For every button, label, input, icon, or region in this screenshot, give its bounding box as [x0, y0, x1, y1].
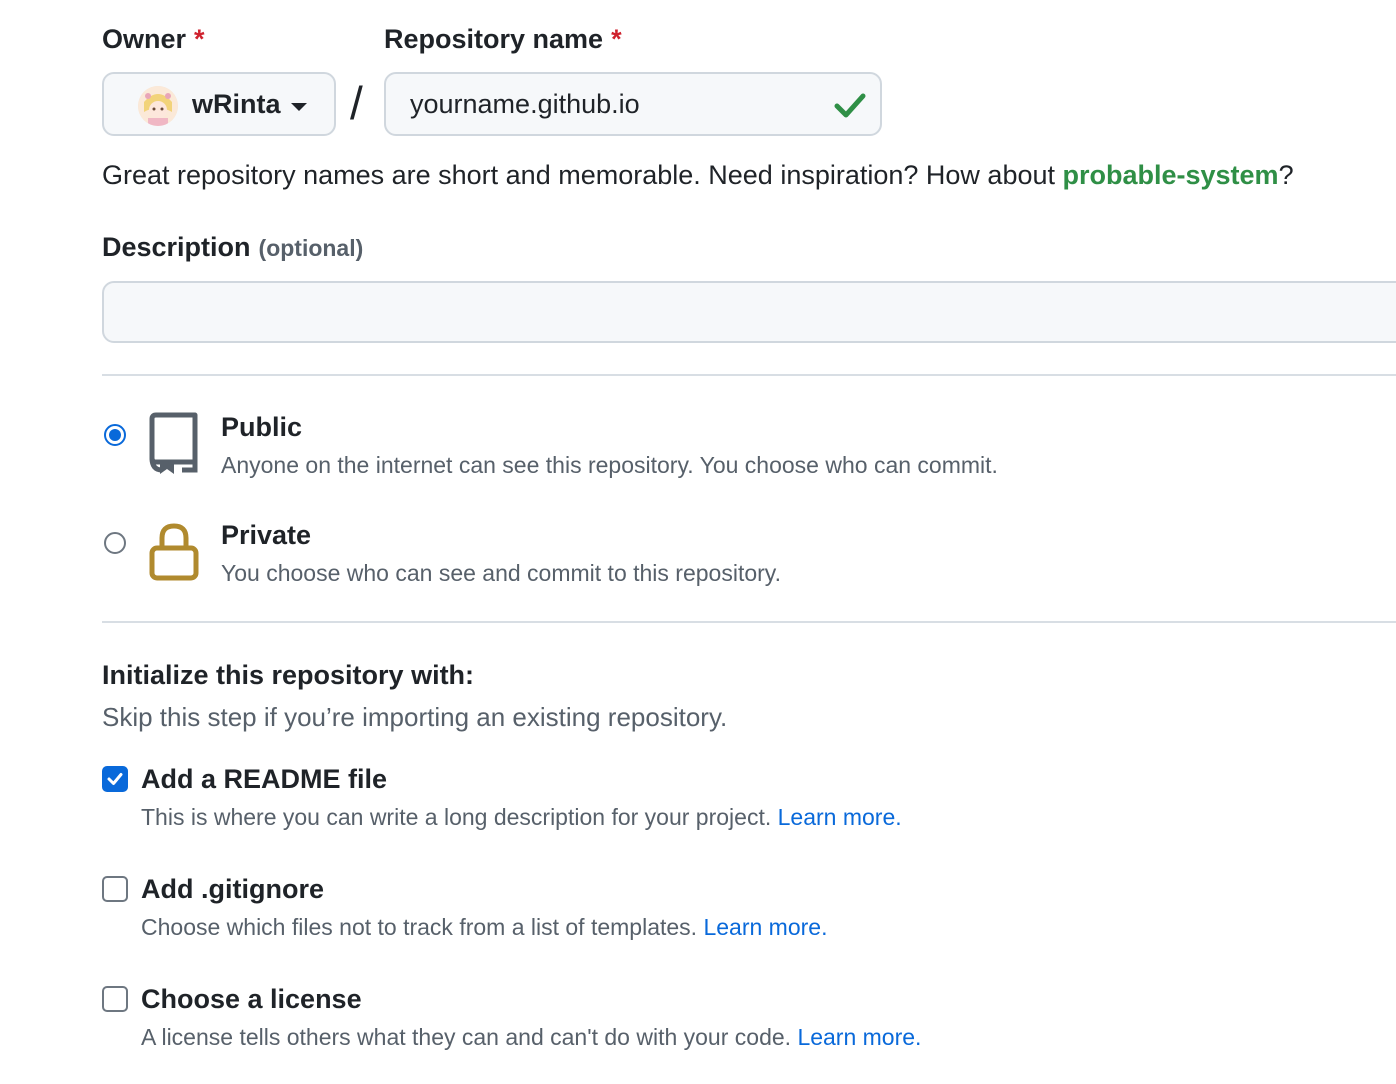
hint-text: Great repository names are short and mem…: [102, 160, 1063, 190]
divider: [102, 374, 1396, 376]
owner-select[interactable]: wRinta: [102, 72, 336, 136]
license-desc: A license tells others what they can and…: [141, 1024, 921, 1051]
license-learn-more-link[interactable]: Learn more.: [797, 1024, 921, 1050]
readme-desc: This is where you can write a long descr…: [141, 804, 902, 831]
suggested-name-link[interactable]: probable-system: [1063, 160, 1279, 190]
description-input[interactable]: [102, 281, 1396, 343]
gitignore-title: Add .gitignore: [141, 874, 324, 904]
divider: [102, 621, 1396, 623]
repo-name-value: yourname.github.io: [410, 89, 640, 119]
hint-end: ?: [1278, 160, 1294, 190]
lock-icon: [149, 523, 199, 581]
visibility-public-title: Public: [221, 412, 303, 442]
owner-required-mark: *: [194, 24, 205, 54]
repo-icon: [149, 412, 198, 474]
repo-name-label: Repository name *: [384, 24, 622, 55]
optional-tag: (optional): [258, 235, 364, 261]
checkmark-icon: [107, 773, 123, 785]
visibility-public-desc: Anyone on the internet can see this repo…: [221, 452, 998, 478]
description-label-text: Description: [102, 232, 251, 262]
license-desc-text: A license tells others what they can and…: [141, 1024, 792, 1050]
gitignore-desc: Choose which files not to track from a l…: [141, 914, 827, 941]
readme-desc-text: This is where you can write a long descr…: [141, 804, 772, 830]
readme-learn-more-link[interactable]: Learn more.: [778, 804, 902, 830]
gitignore-checkbox[interactable]: [102, 876, 128, 902]
owner-repo-separator: /: [350, 77, 363, 129]
readme-checkbox[interactable]: [102, 766, 128, 792]
init-section-subtitle: Skip this step if you’re importing an ex…: [102, 702, 728, 732]
owner-label: Owner *: [102, 24, 205, 55]
visibility-private-title: Private: [221, 520, 312, 550]
license-checkbox[interactable]: [102, 986, 128, 1012]
visibility-private-radio[interactable]: [104, 532, 126, 554]
check-icon: [834, 93, 866, 118]
chevron-down-icon: [291, 103, 307, 111]
avatar-image: [138, 86, 178, 126]
init-section-title: Initialize this repository with:: [102, 660, 475, 690]
avatar: [138, 86, 178, 126]
owner-name: wRinta: [192, 89, 281, 119]
license-title: Choose a license: [141, 984, 362, 1014]
visibility-public-radio[interactable]: [104, 424, 126, 446]
create-repo-form: Owner * wRinta / Repository name * yournam…: [0, 0, 1396, 1084]
owner-label-text: Owner: [102, 24, 187, 54]
gitignore-learn-more-link[interactable]: Learn more.: [703, 914, 827, 940]
visibility-private-desc: You choose who can see and commit to thi…: [221, 560, 781, 586]
repo-name-label-text: Repository name: [384, 24, 604, 54]
repo-name-hint: Great repository names are short and mem…: [102, 160, 1294, 191]
repo-name-required-mark: *: [611, 24, 622, 54]
description-label: Description (optional): [102, 232, 363, 263]
gitignore-desc-text: Choose which files not to track from a l…: [141, 914, 698, 940]
readme-title: Add a README file: [141, 764, 388, 794]
repo-name-input[interactable]: yourname.github.io: [384, 72, 882, 136]
